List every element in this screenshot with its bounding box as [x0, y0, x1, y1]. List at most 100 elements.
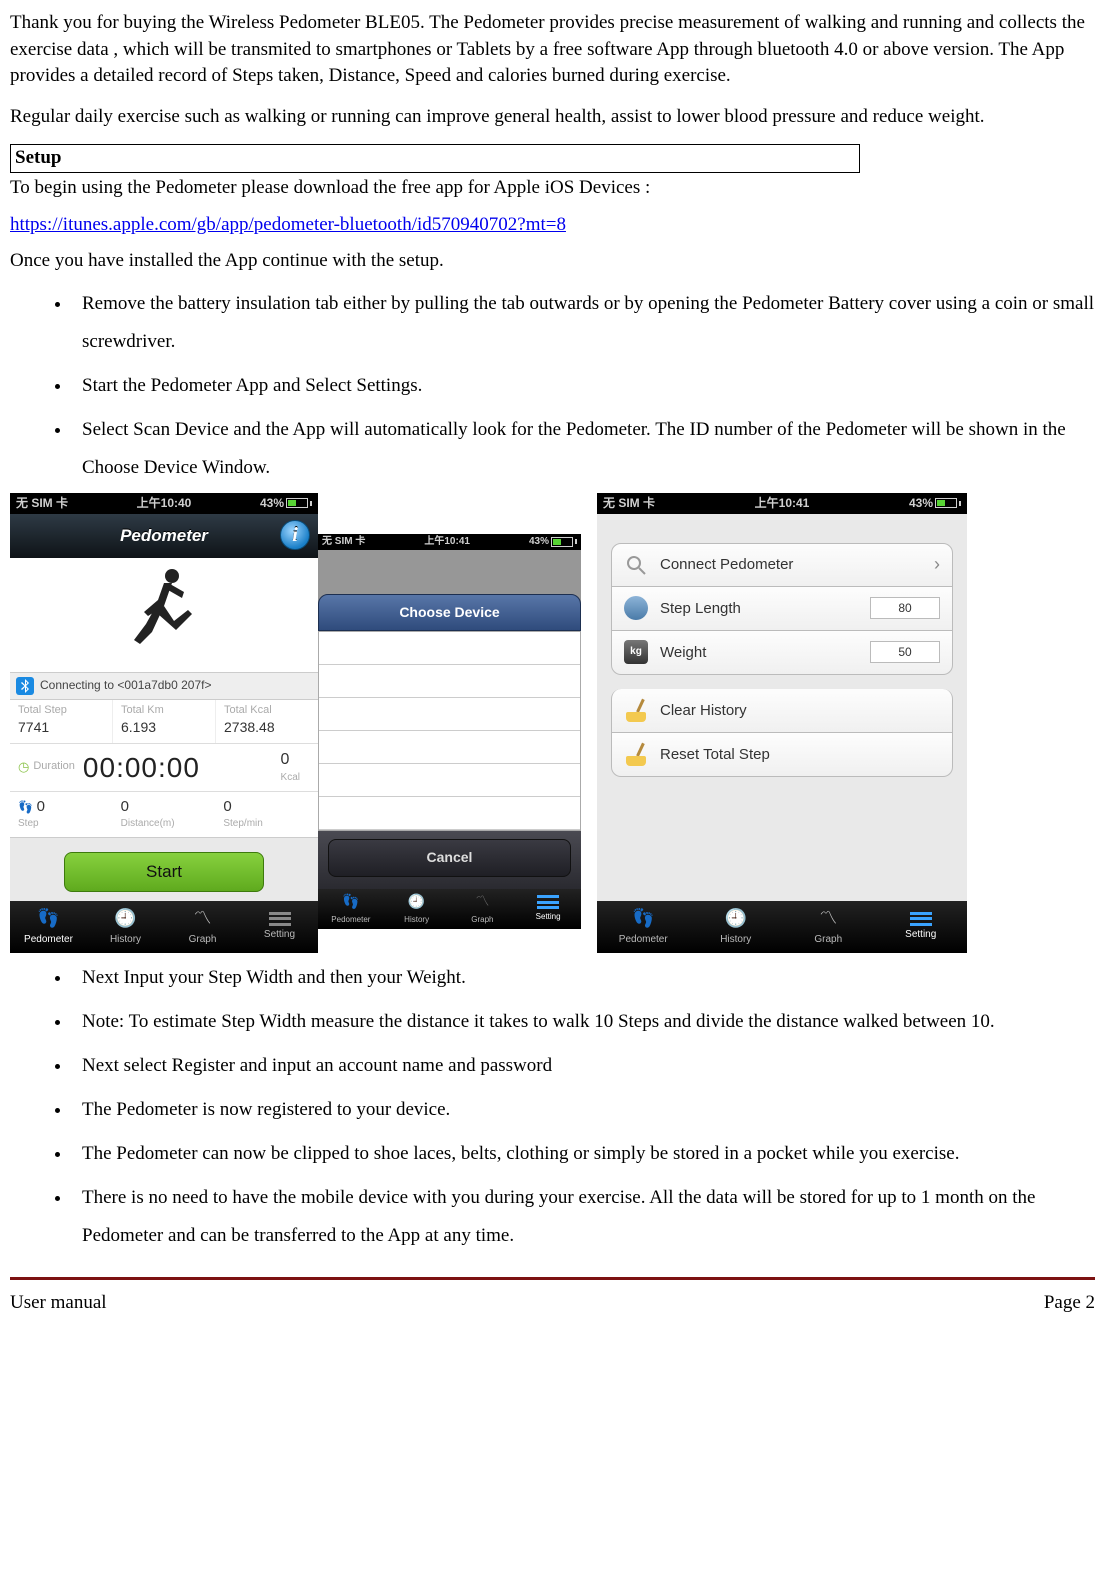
list-item: Select Scan Device and the App will auto…: [72, 411, 1095, 487]
search-icon: [622, 551, 650, 579]
battery-icon: 43%: [529, 535, 577, 549]
tab-label: Pedometer: [24, 933, 73, 947]
list-item[interactable]: [319, 797, 580, 830]
history-icon: 🕘: [408, 892, 425, 912]
total-kcal-value: 2738.48: [224, 718, 310, 738]
connect-pedometer-row[interactable]: Connect Pedometer ›: [611, 543, 953, 587]
tab-setting[interactable]: Setting: [875, 901, 968, 953]
session-step-value: 0: [37, 798, 45, 815]
list-item: Remove the battery insulation tab either…: [72, 285, 1095, 361]
tab-graph[interactable]: 〽Graph: [782, 901, 875, 953]
footer-right: Page 2: [1044, 1290, 1095, 1317]
itunes-link[interactable]: https://itunes.apple.com/gb/app/pedomete…: [10, 212, 566, 239]
tab-bar: 👣 Pedometer 🕘History 〽Graph Setting: [597, 901, 967, 953]
setting-icon: [537, 895, 559, 909]
weight-label: Weight: [660, 642, 706, 663]
tab-setting[interactable]: Setting: [241, 901, 318, 953]
connect-pedometer-label: Connect Pedometer: [660, 554, 793, 575]
tab-graph[interactable]: 〽 Graph: [164, 901, 241, 953]
tab-pedometer[interactable]: 👣Pedometer: [318, 889, 384, 929]
clear-history-row[interactable]: Clear History: [611, 689, 953, 733]
graph-icon: 〽: [194, 906, 212, 931]
session-kcal-value: 0: [281, 749, 300, 771]
broom-icon: [622, 696, 650, 724]
intro-paragraph-2: Regular daily exercise such as walking o…: [10, 104, 1095, 131]
setup-heading: Setup: [10, 144, 860, 173]
duration-time: 00:00:00: [83, 748, 200, 787]
choose-device-sheet: Choose Device Cancel: [318, 594, 581, 889]
tab-graph[interactable]: 〽Graph: [450, 889, 516, 929]
start-button[interactable]: Start: [64, 852, 264, 892]
info-icon[interactable]: i: [280, 520, 310, 550]
carrier-label: 无 SIM 卡: [603, 495, 655, 512]
time-label: 上午10:41: [755, 495, 810, 512]
weight-row[interactable]: kg Weight 50: [611, 631, 953, 675]
battery-pct: 43%: [529, 535, 549, 549]
tab-history[interactable]: 🕘History: [384, 889, 450, 929]
tab-label: Setting: [905, 928, 936, 942]
session-stepmin-value: 0: [223, 798, 231, 815]
step-length-label: Step Length: [660, 598, 741, 619]
connecting-text: Connecting to <001a7db0 207f>: [40, 677, 211, 694]
list-item[interactable]: [319, 731, 580, 764]
graph-icon: 〽: [475, 892, 489, 912]
list-item: There is no need to have the mobile devi…: [72, 1179, 1095, 1255]
history-icon: 🕘: [114, 906, 136, 931]
session-stepmin-label: Step/min: [223, 817, 310, 831]
tab-label: Pedometer: [619, 933, 668, 947]
footsteps-icon: 👣: [632, 906, 654, 931]
page-footer: User manual Page 2: [10, 1277, 1095, 1331]
clear-history-label: Clear History: [660, 700, 747, 721]
list-item[interactable]: [319, 632, 580, 665]
clock-icon: ◷: [18, 758, 29, 776]
graph-icon: 〽: [819, 906, 837, 931]
chevron-right-icon: ›: [934, 552, 940, 577]
step-length-row[interactable]: Step Length 80: [611, 587, 953, 631]
reset-total-step-row[interactable]: Reset Total Step: [611, 733, 953, 777]
battery-icon: 43%: [260, 495, 312, 512]
tab-pedometer[interactable]: 👣 Pedometer: [597, 901, 690, 953]
setting-icon: [269, 912, 291, 926]
setup-continue-text: Once you have installed the App continue…: [10, 248, 1095, 275]
screenshot-choose-device: 无 SIM 卡 上午10:41 43% 👣Pedometer 🕘History …: [318, 534, 581, 929]
shoe-icon: [622, 594, 650, 622]
modal-title: Choose Device: [318, 594, 581, 632]
setup-list-top: Remove the battery insulation tab either…: [10, 285, 1095, 487]
cancel-button[interactable]: Cancel: [328, 839, 571, 877]
setup-list-bottom: Next Input your Step Width and then your…: [10, 959, 1095, 1255]
session-kcal-label: Kcal: [281, 771, 300, 785]
total-step-value: 7741: [18, 718, 104, 738]
weight-input[interactable]: 50: [870, 641, 940, 663]
tab-history[interactable]: 🕘 History: [87, 901, 164, 953]
list-item: Next select Register and input an accoun…: [72, 1047, 1095, 1085]
screenshot-settings: 无 SIM 卡 上午10:41 43% Connect Pedometer › …: [597, 493, 967, 953]
footsteps-icon: 👣: [18, 800, 33, 814]
footer-left: User manual: [10, 1290, 107, 1317]
status-bar: 无 SIM 卡 上午10:41 43%: [318, 534, 581, 550]
connecting-row: Connecting to <001a7db0 207f>: [10, 672, 318, 700]
device-list[interactable]: [318, 631, 581, 831]
session-distance-label: Distance(m): [121, 817, 208, 831]
broom-icon: [622, 740, 650, 768]
tab-setting[interactable]: Setting: [515, 889, 581, 929]
runner-icon: [134, 566, 194, 656]
screenshot-pedometer-main: 无 SIM 卡 上午10:40 43% Pedometer i C: [10, 493, 318, 953]
total-km-label: Total Km: [121, 703, 207, 718]
battery-pct: 43%: [260, 495, 284, 512]
list-item: Next Input your Step Width and then your…: [72, 959, 1095, 997]
carrier-label: 无 SIM 卡: [322, 535, 365, 549]
list-item[interactable]: [319, 764, 580, 797]
weight-icon: kg: [622, 638, 650, 666]
list-item[interactable]: [319, 665, 580, 698]
time-label: 上午10:41: [424, 535, 470, 549]
duration-label: Duration: [33, 759, 75, 774]
list-item: The Pedometer can now be clipped to shoe…: [72, 1135, 1095, 1173]
list-item[interactable]: [319, 698, 580, 731]
tab-history[interactable]: 🕘History: [690, 901, 783, 953]
tab-label: History: [720, 933, 751, 947]
tab-pedometer[interactable]: 👣 Pedometer: [10, 901, 87, 953]
app-title: Pedometer: [120, 524, 208, 548]
total-kcal-label: Total Kcal: [224, 703, 310, 718]
carrier-label: 无 SIM 卡: [16, 495, 68, 512]
step-length-input[interactable]: 80: [870, 597, 940, 619]
